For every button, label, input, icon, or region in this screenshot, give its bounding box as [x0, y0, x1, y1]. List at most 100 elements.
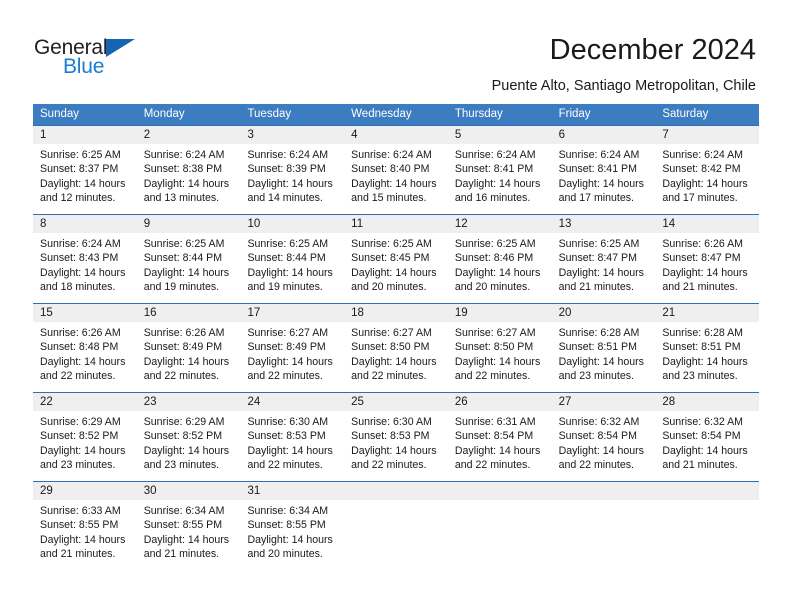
sunset-text: Sunset: 8:37 PM [40, 163, 119, 176]
daylight-text: Daylight: 14 hours [662, 355, 748, 368]
daylight-text: Daylight: 14 hours [40, 444, 126, 457]
day-detail-row: Sunrise: 6:26 AM Sunset: 8:48 PM Dayligh… [33, 322, 759, 392]
calendar-week-row: 22 23 24 25 26 27 28 Sunrise: 6:29 AM Su… [33, 392, 759, 481]
daylight-text-cont: and 20 minutes. [454, 280, 531, 293]
day-number[interactable]: 9 [137, 215, 241, 233]
sunset-text: Sunset: 8:53 PM [351, 430, 430, 443]
sunrise-text: Sunrise: 6:29 AM [40, 416, 121, 428]
day-number[interactable]: 23 [137, 393, 241, 411]
day-number[interactable]: 4 [344, 126, 448, 144]
day-number[interactable]: 20 [552, 304, 656, 322]
day-number[interactable]: 14 [655, 215, 759, 233]
sunrise-text: Sunrise: 6:30 AM [351, 416, 432, 428]
day-cell[interactable]: Sunrise: 6:31 AM Sunset: 8:54 PM Dayligh… [448, 411, 552, 481]
day-number[interactable]: 15 [33, 304, 137, 322]
day-cell[interactable]: Sunrise: 6:29 AM Sunset: 8:52 PM Dayligh… [137, 411, 241, 481]
day-number[interactable]: 27 [552, 393, 656, 411]
day-number[interactable]: 22 [33, 393, 137, 411]
sunrise-text: Sunrise: 6:24 AM [247, 149, 329, 161]
sunrise-text: Sunrise: 6:24 AM [662, 149, 743, 161]
day-cell[interactable]: Sunrise: 6:27 AM Sunset: 8:49 PM Dayligh… [240, 322, 344, 392]
daylight-text-cont: and 22 minutes. [247, 369, 323, 382]
day-number[interactable]: 11 [344, 215, 448, 233]
day-number[interactable]: 1 [33, 126, 137, 144]
daylight-text: Daylight: 14 hours [558, 355, 644, 368]
day-number[interactable]: 28 [655, 393, 759, 411]
calendar-grid: Sunday Monday Tuesday Wednesday Thursday… [33, 104, 759, 570]
day-cell[interactable]: Sunrise: 6:25 AM Sunset: 8:44 PM Dayligh… [137, 233, 241, 303]
day-number[interactable]: 30 [137, 482, 241, 500]
day-number[interactable]: 13 [552, 215, 656, 233]
sunrise-text: Sunrise: 6:34 AM [247, 505, 329, 517]
day-cell[interactable]: Sunrise: 6:24 AM Sunset: 8:40 PM Dayligh… [344, 144, 448, 214]
day-cell[interactable]: Sunrise: 6:24 AM Sunset: 8:43 PM Dayligh… [33, 233, 137, 303]
day-number[interactable]: 24 [240, 393, 344, 411]
day-number[interactable]: 6 [552, 126, 656, 144]
day-cell[interactable]: Sunrise: 6:34 AM Sunset: 8:55 PM Dayligh… [240, 500, 344, 570]
sunset-text: Sunset: 8:52 PM [143, 430, 223, 443]
day-number[interactable]: 18 [344, 304, 448, 322]
day-number[interactable]: 16 [137, 304, 241, 322]
sunset-text: Sunset: 8:43 PM [40, 252, 119, 265]
day-cell[interactable]: Sunrise: 6:25 AM Sunset: 8:47 PM Dayligh… [552, 233, 656, 303]
day-number-band: 15 16 17 18 19 20 21 [33, 304, 759, 322]
daylight-text: Daylight: 14 hours [247, 444, 333, 457]
day-cell-empty [655, 500, 759, 570]
day-cell[interactable]: Sunrise: 6:24 AM Sunset: 8:41 PM Dayligh… [552, 144, 656, 214]
day-number[interactable]: 19 [448, 304, 552, 322]
sunrise-text: Sunrise: 6:32 AM [558, 416, 640, 428]
general-blue-logo[interactable]: General Blue [34, 36, 164, 86]
day-cell[interactable]: Sunrise: 6:27 AM Sunset: 8:50 PM Dayligh… [344, 322, 448, 392]
daylight-text: Daylight: 14 hours [662, 266, 748, 279]
day-cell[interactable]: Sunrise: 6:28 AM Sunset: 8:51 PM Dayligh… [552, 322, 656, 392]
day-cell[interactable]: Sunrise: 6:26 AM Sunset: 8:48 PM Dayligh… [33, 322, 137, 392]
day-number[interactable]: 29 [33, 482, 137, 500]
day-cell[interactable]: Sunrise: 6:32 AM Sunset: 8:54 PM Dayligh… [655, 411, 759, 481]
day-cell[interactable]: Sunrise: 6:26 AM Sunset: 8:49 PM Dayligh… [137, 322, 241, 392]
day-cell[interactable]: Sunrise: 6:32 AM Sunset: 8:54 PM Dayligh… [552, 411, 656, 481]
weekday-header-friday: Friday [558, 108, 591, 120]
day-number[interactable]: 2 [137, 126, 241, 144]
day-number[interactable]: 21 [655, 304, 759, 322]
day-cell[interactable]: Sunrise: 6:34 AM Sunset: 8:55 PM Dayligh… [137, 500, 241, 570]
sunrise-text: Sunrise: 6:32 AM [662, 416, 743, 428]
day-cell[interactable]: Sunrise: 6:24 AM Sunset: 8:41 PM Dayligh… [448, 144, 552, 214]
daylight-text: Daylight: 14 hours [143, 533, 230, 546]
sunset-text: Sunset: 8:45 PM [351, 252, 430, 265]
day-cell[interactable]: Sunrise: 6:24 AM Sunset: 8:39 PM Dayligh… [240, 144, 344, 214]
day-cell[interactable]: Sunrise: 6:28 AM Sunset: 8:51 PM Dayligh… [655, 322, 759, 392]
day-number[interactable]: 10 [240, 215, 344, 233]
day-number[interactable]: 17 [240, 304, 344, 322]
day-number[interactable]: 25 [344, 393, 448, 411]
day-cell[interactable]: Sunrise: 6:33 AM Sunset: 8:55 PM Dayligh… [33, 500, 137, 570]
sunrise-text: Sunrise: 6:28 AM [662, 327, 743, 339]
day-cell[interactable]: Sunrise: 6:24 AM Sunset: 8:38 PM Dayligh… [137, 144, 241, 214]
day-number[interactable]: 3 [240, 126, 344, 144]
sunrise-text: Sunrise: 6:31 AM [454, 416, 536, 428]
day-cell[interactable]: Sunrise: 6:29 AM Sunset: 8:52 PM Dayligh… [33, 411, 137, 481]
daylight-text-cont: and 16 minutes. [454, 191, 531, 204]
day-cell[interactable]: Sunrise: 6:30 AM Sunset: 8:53 PM Dayligh… [344, 411, 448, 481]
day-cell[interactable]: Sunrise: 6:25 AM Sunset: 8:45 PM Dayligh… [344, 233, 448, 303]
sunrise-text: Sunrise: 6:25 AM [40, 149, 121, 161]
daylight-text-cont: and 22 minutes. [40, 369, 116, 382]
day-number[interactable]: 26 [448, 393, 552, 411]
daylight-text-cont: and 23 minutes. [143, 458, 220, 471]
day-cell[interactable]: Sunrise: 6:27 AM Sunset: 8:50 PM Dayligh… [448, 322, 552, 392]
day-cell[interactable]: Sunrise: 6:25 AM Sunset: 8:37 PM Dayligh… [33, 144, 137, 214]
day-cell[interactable]: Sunrise: 6:30 AM Sunset: 8:53 PM Dayligh… [240, 411, 344, 481]
day-cell[interactable]: Sunrise: 6:25 AM Sunset: 8:46 PM Dayligh… [448, 233, 552, 303]
daylight-text: Daylight: 14 hours [40, 266, 126, 279]
day-number[interactable]: 8 [33, 215, 137, 233]
day-cell[interactable]: Sunrise: 6:26 AM Sunset: 8:47 PM Dayligh… [655, 233, 759, 303]
day-cell[interactable]: Sunrise: 6:25 AM Sunset: 8:44 PM Dayligh… [240, 233, 344, 303]
day-number[interactable]: 31 [240, 482, 344, 500]
daylight-text: Daylight: 14 hours [247, 266, 333, 279]
day-cell[interactable]: Sunrise: 6:24 AM Sunset: 8:42 PM Dayligh… [655, 144, 759, 214]
logo-triangle-icon [106, 39, 135, 57]
day-number[interactable]: 7 [655, 126, 759, 144]
day-number[interactable]: 12 [448, 215, 552, 233]
sunset-text: Sunset: 8:54 PM [454, 430, 534, 443]
daylight-text: Daylight: 14 hours [454, 444, 541, 457]
day-number[interactable]: 5 [448, 126, 552, 144]
